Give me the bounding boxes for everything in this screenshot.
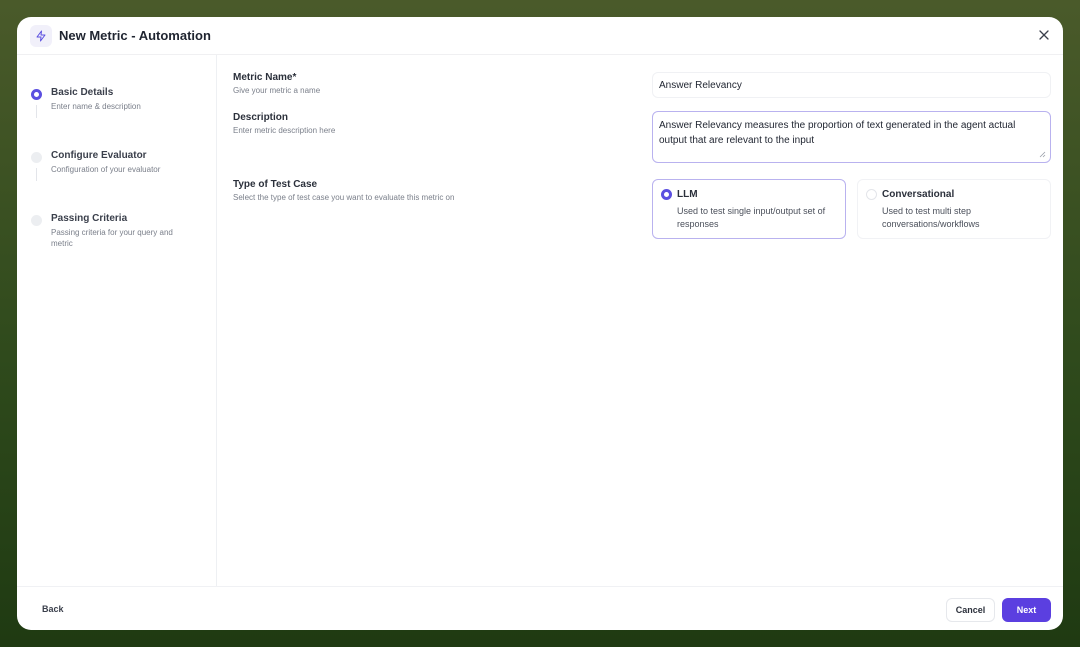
option-title: LLM [677, 189, 698, 200]
step-desc: Configuration of your evaluator [51, 165, 161, 174]
cancel-button[interactable]: Cancel [946, 598, 995, 622]
option-title: Conversational [882, 189, 955, 200]
option-llm[interactable]: LLM Used to test single input/output set… [652, 179, 846, 239]
test-case-type-hint: Select the type of test case you want to… [233, 193, 455, 202]
description-textarea[interactable]: Answer Relevancy measures the proportion… [652, 111, 1051, 163]
metric-name-hint: Give your metric a name [233, 86, 321, 95]
step-dot [31, 215, 42, 226]
radio-unselected-icon [866, 189, 877, 200]
step-desc: Enter name & description [51, 102, 141, 111]
radio-selected-icon [661, 189, 672, 200]
step-connector [36, 105, 37, 118]
step-active-dot [31, 89, 42, 100]
option-desc: Used to test single input/output set of … [677, 206, 826, 229]
metric-name-input[interactable]: Answer Relevancy [652, 72, 1051, 98]
test-case-type-label: Type of Test Case [233, 179, 318, 190]
step-connector [36, 168, 37, 181]
modal-footer: Back Cancel Next [17, 586, 1063, 630]
step-title: Passing Criteria [51, 213, 128, 224]
next-button[interactable]: Next [1002, 598, 1051, 622]
step-title: Configure Evaluator [51, 150, 147, 161]
modal-title: New Metric - Automation [59, 28, 211, 43]
step-desc: Passing criteria for your query and metr… [51, 228, 173, 248]
new-metric-modal: New Metric - Automation Basic Details En… [17, 17, 1063, 630]
metric-name-label: Metric Name* [233, 72, 297, 83]
description-text: Answer Relevancy measures the proportion… [659, 120, 1016, 146]
option-conversational[interactable]: Conversational Used to test multi step c… [857, 179, 1051, 239]
step-title: Basic Details [51, 87, 114, 98]
option-desc: Used to test multi step conversations/wo… [882, 206, 980, 229]
back-button[interactable]: Back [42, 604, 64, 614]
lightning-icon [30, 25, 52, 47]
step-dot [31, 152, 42, 163]
form-main: Metric Name* Give your metric a name Ans… [217, 55, 1063, 586]
description-hint: Enter metric description here [233, 126, 336, 135]
stepper-sidebar: Basic Details Enter name & description C… [17, 55, 217, 586]
resize-handle-icon[interactable] [1039, 151, 1046, 158]
modal-header: New Metric - Automation [17, 17, 1063, 55]
close-icon[interactable] [1037, 28, 1051, 42]
description-label: Description [233, 112, 289, 123]
